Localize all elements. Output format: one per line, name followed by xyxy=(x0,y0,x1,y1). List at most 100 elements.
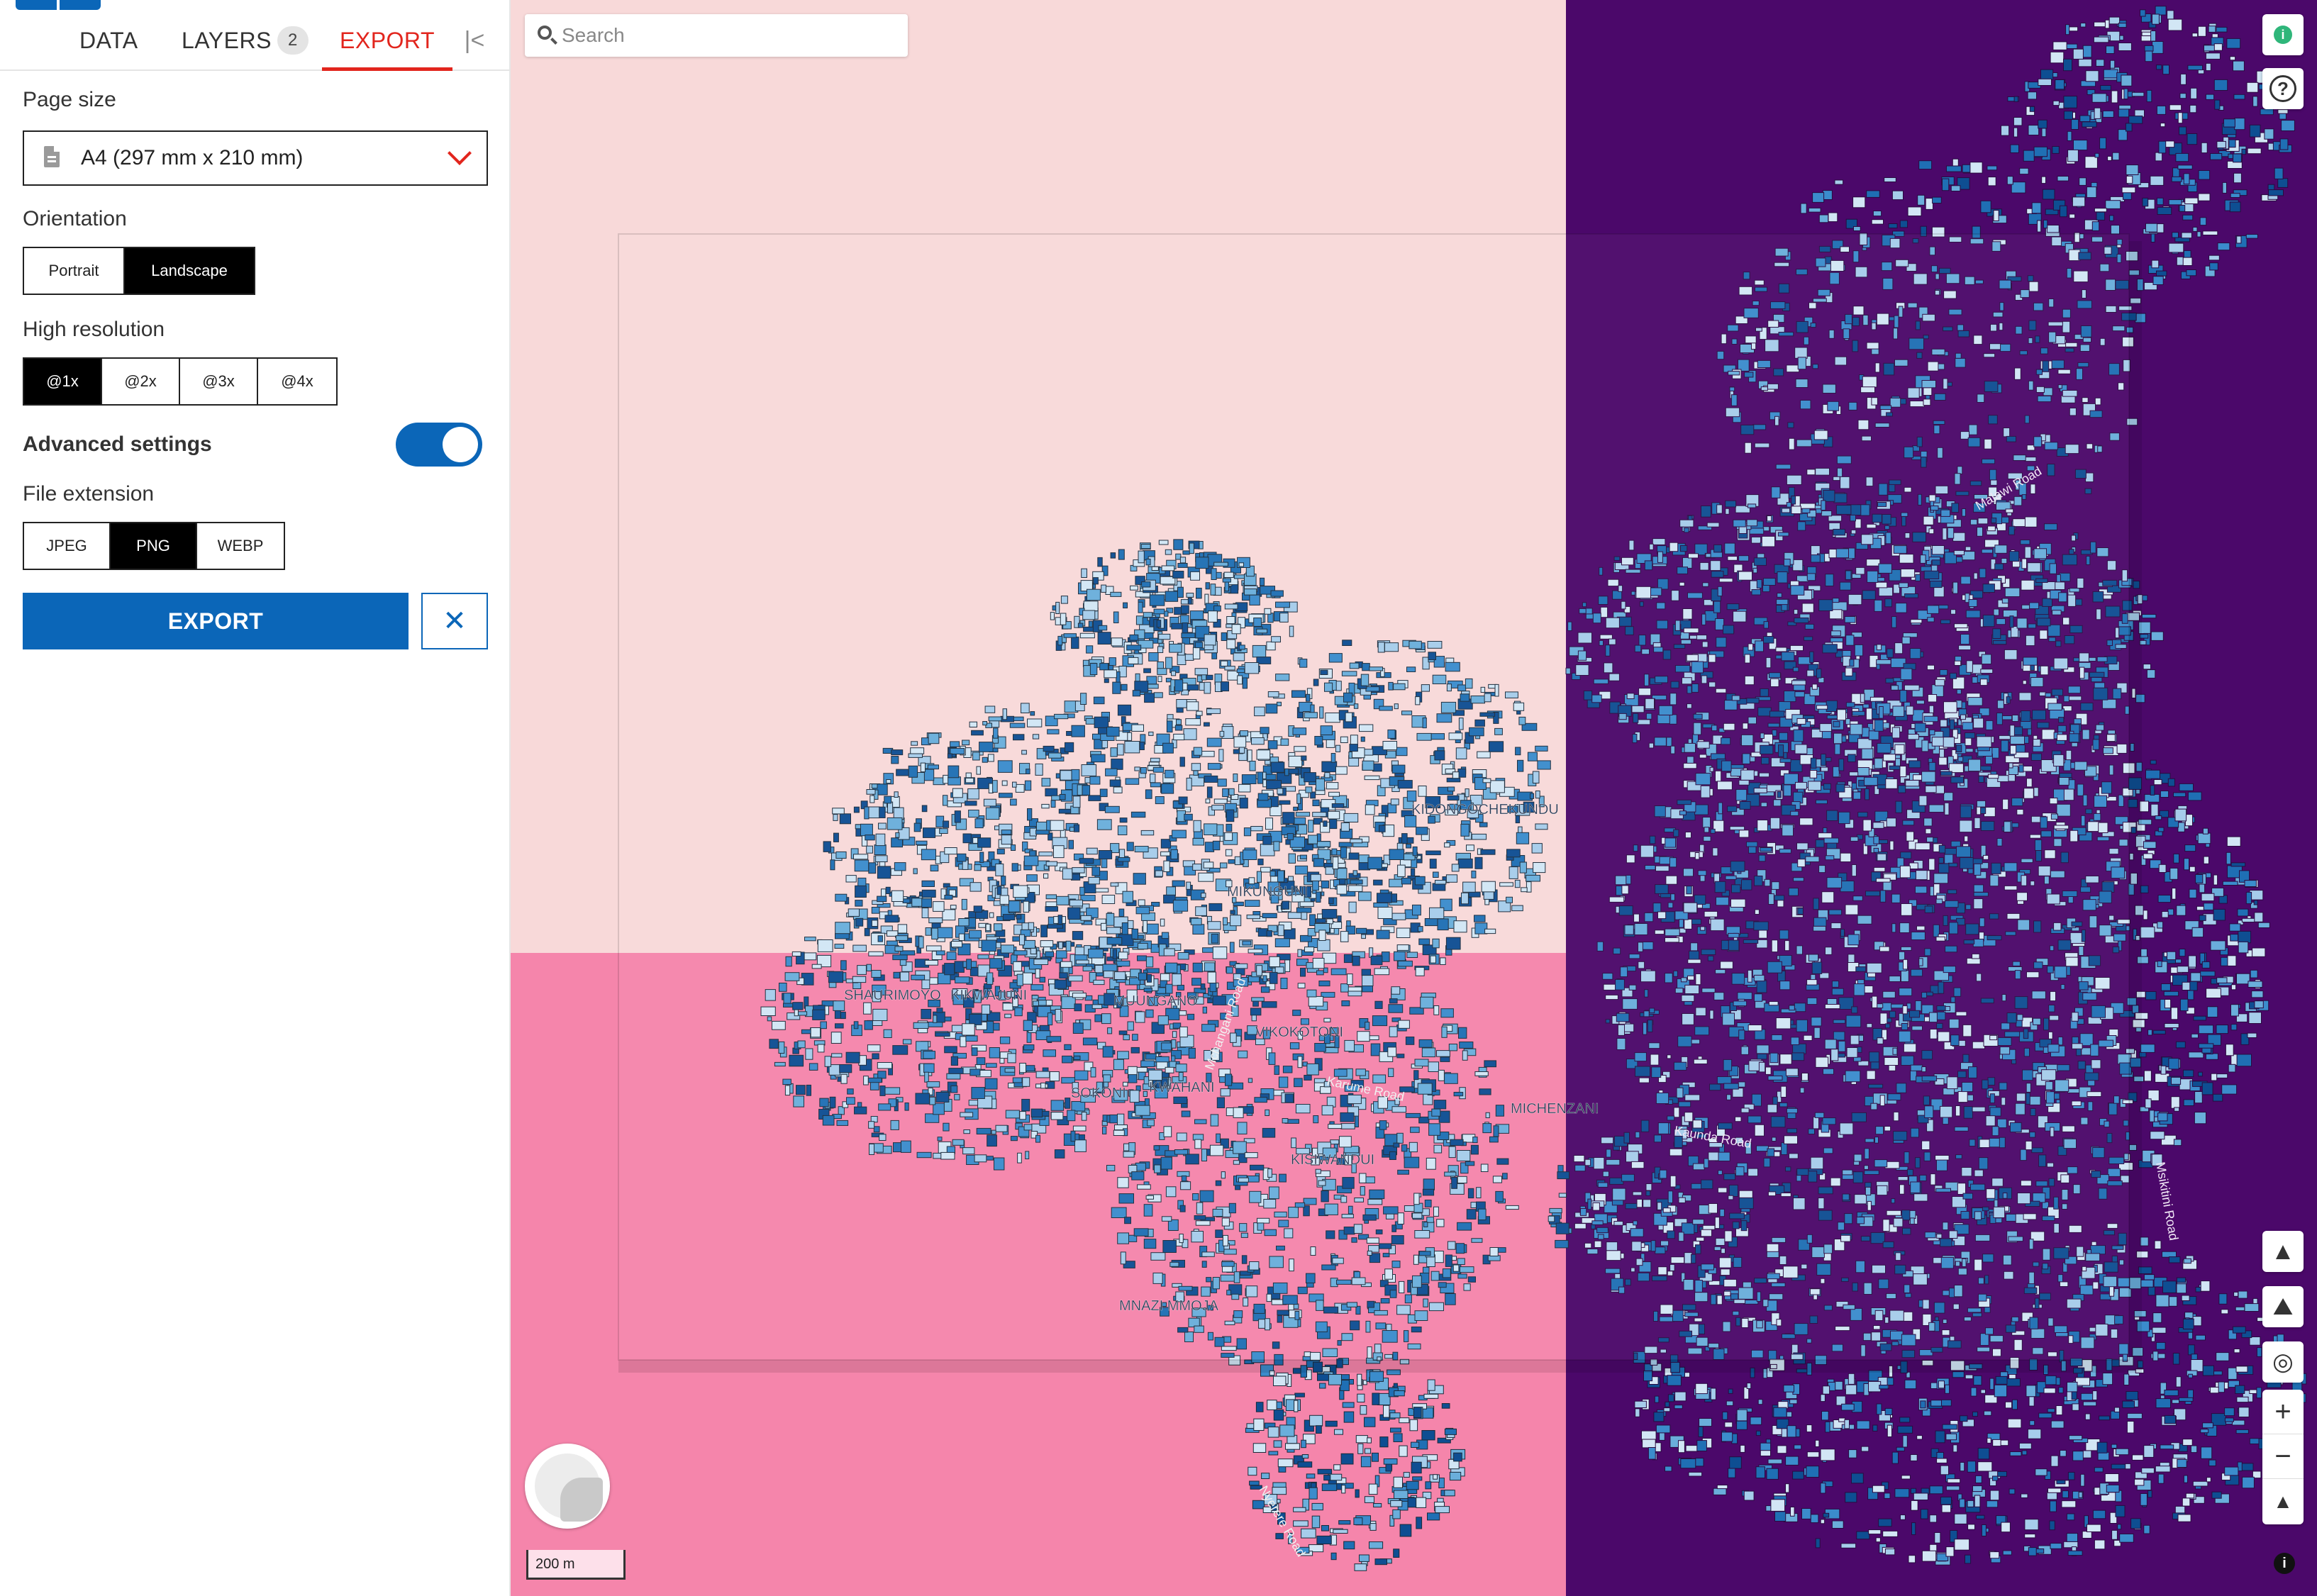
building-footprint xyxy=(1427,1512,1440,1521)
map-layers: SHAURIMOYOKIKWAJUNIMUUNGANOVIKOKOTONIMIC… xyxy=(511,0,2317,1596)
page-size-value: A4 (297 mm x 210 mm) xyxy=(81,146,304,169)
building-footprint xyxy=(1309,1414,1323,1427)
building-footprint xyxy=(1441,1403,1450,1409)
map-canvas[interactable]: SHAURIMOYOKIKWAJUNIMUUNGANOVIKOKOTONIMIC… xyxy=(511,0,2317,1596)
building-footprint xyxy=(1365,1448,1372,1454)
resolution-2x-button[interactable]: @2x xyxy=(102,359,180,404)
building-footprint xyxy=(1353,1517,1363,1525)
building-footprint xyxy=(1394,1490,1408,1499)
building-footprint xyxy=(2194,1091,2203,1104)
building-footprint xyxy=(1325,1420,1338,1427)
app-logo[interactable] xyxy=(16,0,101,10)
building-footprint xyxy=(1987,165,1998,171)
advanced-settings-toggle[interactable] xyxy=(396,423,482,467)
building-footprint xyxy=(1308,1487,1318,1500)
export-button[interactable]: EXPORT xyxy=(23,593,409,649)
building-footprint xyxy=(1359,1554,1369,1562)
building-footprint xyxy=(1394,1390,1405,1397)
tab-data[interactable]: DATA xyxy=(79,10,138,71)
extension-webp-button[interactable]: WEBP xyxy=(197,523,284,569)
building-footprint xyxy=(1393,1548,1400,1558)
building-footprint xyxy=(1285,1399,1301,1412)
building-footprint xyxy=(1828,212,1838,223)
building-footprint xyxy=(1411,1441,1420,1448)
building-footprint xyxy=(2173,853,2180,864)
building-footprint xyxy=(1409,1419,1418,1432)
building-footprint xyxy=(1379,1436,1389,1448)
close-icon: ✕ xyxy=(443,606,467,637)
extension-png-button[interactable]: PNG xyxy=(111,523,197,569)
building-footprint xyxy=(1360,1405,1367,1415)
building-footprint xyxy=(1338,1520,1351,1525)
building-footprint xyxy=(1411,1461,1422,1474)
building-footprint xyxy=(1285,1443,1300,1450)
building-footprint xyxy=(1373,1503,1382,1508)
building-footprint xyxy=(1255,1402,1264,1412)
building-footprint xyxy=(1891,190,1904,201)
building-footprint xyxy=(1393,1476,1403,1488)
building-footprint xyxy=(1357,1443,1364,1454)
building-footprint xyxy=(2150,759,2157,765)
building-footprint xyxy=(1311,1515,1321,1529)
building-footprint xyxy=(1822,190,1833,201)
resolution-1x-button[interactable]: @1x xyxy=(24,359,102,404)
extension-jpeg-button[interactable]: JPEG xyxy=(24,523,111,569)
building-footprint xyxy=(2193,1015,2206,1021)
chevron-down-icon xyxy=(448,141,472,165)
building-footprint xyxy=(1423,1393,1439,1399)
building-footprint xyxy=(1969,162,1983,174)
building-footprint xyxy=(1267,1427,1279,1438)
building-footprint xyxy=(1888,223,1898,229)
collapse-sidebar-icon[interactable]: |< xyxy=(458,24,491,57)
building-footprint xyxy=(1333,1529,1348,1534)
building-footprint xyxy=(2251,990,2264,998)
building-footprint xyxy=(1390,1427,1401,1433)
building-footprint xyxy=(2187,791,2202,801)
building-footprint xyxy=(1252,1443,1267,1453)
building-footprint xyxy=(1355,1435,1368,1444)
page-size-select[interactable]: A4 (297 mm x 210 mm) xyxy=(23,130,488,186)
building-footprint xyxy=(1866,190,1880,198)
building-footprint xyxy=(1249,1480,1260,1486)
building-footprint xyxy=(1334,1429,1343,1435)
cancel-export-button[interactable]: ✕ xyxy=(421,593,488,649)
building-footprint xyxy=(1871,219,1884,225)
building-footprint xyxy=(1399,1417,1410,1424)
resolution-3x-button[interactable]: @3x xyxy=(180,359,258,404)
resolution-4x-button[interactable]: @4x xyxy=(258,359,336,404)
building-footprint xyxy=(1277,1458,1294,1468)
tab-export[interactable]: EXPORT xyxy=(322,10,452,71)
building-footprint xyxy=(2046,225,2060,233)
resolution-toggle-group: @1x @2x @3x @4x xyxy=(23,357,338,406)
building-footprint xyxy=(1980,200,1991,213)
building-footprint xyxy=(1323,1475,1331,1481)
building-footprint xyxy=(1399,1445,1408,1457)
building-footprint xyxy=(2213,874,2218,886)
building-footprint xyxy=(2170,1007,2179,1020)
tab-export-label: EXPORT xyxy=(340,28,435,53)
building-footprint xyxy=(1932,196,1942,204)
export-sidebar: DATA LAYERS 2 EXPORT |< Page size A4 (297… xyxy=(0,0,511,1596)
building-footprint xyxy=(1425,1481,1432,1490)
orientation-toggle-group: Portrait Landscape xyxy=(23,247,255,295)
building-footprint xyxy=(1372,1452,1379,1462)
building-footprint xyxy=(1301,1454,1309,1459)
building-footprint xyxy=(1330,1552,1337,1561)
building-footprint xyxy=(1319,1383,1326,1389)
building-footprint xyxy=(1834,179,1844,185)
building-footprint xyxy=(1333,1464,1341,1471)
building-footprint xyxy=(2226,852,2231,865)
building-footprint xyxy=(1253,1418,1265,1431)
orientation-portrait-button[interactable]: Portrait xyxy=(24,248,125,294)
building-footprint xyxy=(1413,1407,1422,1419)
orientation-landscape-button[interactable]: Landscape xyxy=(125,248,254,294)
layers-count-badge: 2 xyxy=(277,26,309,55)
tab-layers[interactable]: LAYERS 2 xyxy=(182,10,309,71)
building-footprint xyxy=(1328,1373,1343,1385)
building-footprint xyxy=(1433,1474,1438,1480)
building-footprint xyxy=(2203,903,2214,910)
building-footprint xyxy=(1421,1430,1435,1441)
building-footprint xyxy=(1340,1453,1354,1465)
building-footprint xyxy=(1267,1400,1277,1410)
building-footprint xyxy=(2167,951,2177,961)
